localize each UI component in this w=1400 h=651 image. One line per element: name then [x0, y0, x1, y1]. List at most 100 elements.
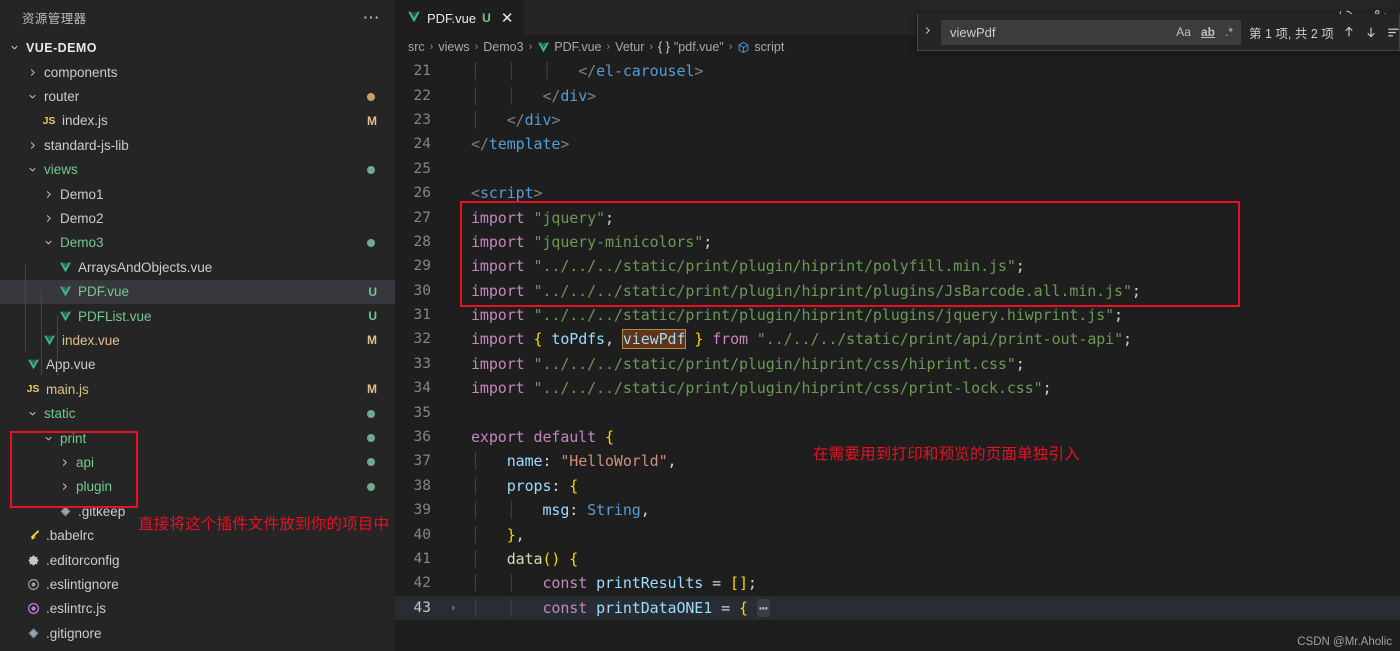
code-line[interactable]: 39 │ │ msg: String, [395, 498, 1400, 522]
code-line-text: import "../../../static/print/plugin/hip… [471, 379, 1052, 398]
chevron-right-icon [40, 213, 56, 224]
code-line[interactable]: 31 import "../../../static/print/plugin/h… [395, 303, 1400, 327]
code-line-text: <script> [471, 184, 543, 203]
breadcrumb-item-src[interactable]: src [408, 40, 425, 54]
code-line[interactable]: 28 import "jquery-minicolors"; [395, 230, 1400, 254]
chevron-down-icon [40, 433, 56, 444]
code-line[interactable]: 25 [395, 157, 1400, 181]
breadcrumb-item-pdfvue[interactable]: { } "pdf.vue" [658, 40, 724, 54]
sidebar-item-standard-js-lib[interactable]: standard-js-lib [0, 133, 395, 157]
code-line[interactable]: 23 │ </div> [395, 108, 1400, 132]
sidebar-item-editorconfig[interactable]: .editorconfig [0, 548, 395, 572]
code-line[interactable]: 22 │ │ </div> [395, 83, 1400, 107]
sidebar-item-demo1[interactable]: Demo1 [0, 182, 395, 206]
sidebar-item-main-js[interactable]: JS main.js M [0, 377, 395, 401]
code-line-text: │ props: { [471, 476, 579, 495]
sidebar-item-eslintignore[interactable]: .eslintignore [0, 572, 395, 596]
find-in-selection-icon[interactable] [1386, 25, 1400, 40]
sidebar-item-arraysandobjects-vue[interactable]: ArraysAndObjects.vue [0, 255, 395, 279]
code-line[interactable]: 43 › │ │ const printDataONE1 = { ⋯ [395, 595, 1400, 620]
git-status-badge: M [367, 113, 377, 128]
code-line[interactable]: 24 </template> [395, 132, 1400, 156]
sidebar-item-label: Demo2 [60, 211, 104, 227]
match-whole-word-icon[interactable]: ab [1198, 24, 1218, 40]
code-line-text: │ </div> [471, 110, 561, 129]
code-editor[interactable]: 21 │ │ │ </el-carousel> 22 │ │ </div> 23 │ </… [395, 59, 1400, 651]
code-line-text: │ name: "HelloWorld", [471, 452, 677, 471]
code-line[interactable]: 30 import "../../../static/print/plugin/h… [395, 279, 1400, 303]
sidebar-item-label: .gitkeep [78, 503, 126, 519]
eslint-ignore-icon [24, 578, 42, 591]
sidebar-item-demo3[interactable]: Demo3 [0, 231, 395, 255]
breadcrumb-item-demo3[interactable]: Demo3 [483, 40, 523, 54]
code-line[interactable]: 34 import "../../../static/print/plugin/h… [395, 376, 1400, 400]
fold-collapsed-icon[interactable]: › [445, 601, 461, 614]
line-number: 32 [413, 331, 431, 348]
code-line[interactable]: 41 │ data() { [395, 547, 1400, 571]
vue-file-icon [40, 334, 58, 347]
breadcrumb-item-vetur[interactable]: Vetur [615, 40, 644, 54]
git-status-dot [367, 482, 375, 491]
annotation-text-sidebar: 直接将这个插件文件放到你的项目中 [138, 515, 390, 533]
more-horizontal-icon[interactable]: ⋯ [363, 9, 382, 26]
sidebar-item-plugin[interactable]: plugin [0, 475, 395, 499]
code-line[interactable]: 40 │ }, [395, 522, 1400, 546]
code-line[interactable]: 33 import "../../../static/print/plugin/h… [395, 352, 1400, 376]
vue-file-icon [56, 310, 74, 323]
sidebar-item-views[interactable]: views [0, 158, 395, 182]
breadcrumb-label: PDF.vue [554, 40, 602, 54]
sidebar-item-gitignore[interactable]: .gitignore [0, 621, 395, 645]
workspace-root-row[interactable]: VUE-DEMO [0, 35, 395, 60]
breadcrumb-item-views[interactable]: views [438, 40, 469, 54]
sidebar-item-eslintrc-js[interactable]: .eslintrc.js [0, 597, 395, 621]
sidebar-item-label: index.js [62, 113, 108, 129]
sidebar-item-index-js[interactable]: JS index.js M [0, 109, 395, 133]
line-number: 40 [413, 526, 431, 543]
breadcrumb-item-script[interactable]: script [737, 40, 784, 54]
sidebar-item-app-vue[interactable]: App.vue [0, 353, 395, 377]
tab-pdf-vue[interactable]: PDF.vue U ✕ [395, 0, 525, 35]
code-line-text: import "../../../static/print/plugin/hip… [471, 257, 1025, 276]
close-icon[interactable]: ✕ [501, 11, 514, 26]
line-number: 26 [413, 185, 431, 202]
code-line-text: export default { [471, 428, 614, 447]
vue-file-icon [407, 10, 421, 27]
previous-match-icon[interactable] [1342, 25, 1356, 39]
tab-title: PDF.vue [427, 10, 477, 26]
sidebar-item-label: .editorconfig [46, 552, 120, 568]
breadcrumb-item-pdfvue[interactable]: PDF.vue [537, 40, 602, 54]
sidebar-item-demo2[interactable]: Demo2 [0, 206, 395, 230]
line-number: 33 [413, 355, 431, 372]
code-line[interactable]: 32 import { toPdfs, viewPdf } from "../..… [395, 327, 1400, 351]
code-line[interactable]: 38 │ props: { [395, 474, 1400, 498]
code-line[interactable]: 29 import "../../../static/print/plugin/h… [395, 254, 1400, 278]
file-tree[interactable]: components router JS index.js Mstandard-js-l… [0, 60, 395, 651]
sidebar-item-print[interactable]: print [0, 426, 395, 450]
code-line[interactable]: 27 import "jquery"; [395, 205, 1400, 229]
sidebar-item-components[interactable]: components [0, 60, 395, 84]
sidebar-item-api[interactable]: api [0, 450, 395, 474]
code-line[interactable]: 26 <script> [395, 181, 1400, 205]
watermark: CSDN @Mr.Aholic [1297, 636, 1392, 648]
vscode-window: 资源管理器 ⋯ VUE-DEMO components router JS index… [0, 0, 1400, 651]
match-case-icon[interactable]: Aa [1173, 24, 1194, 40]
code-line[interactable]: 21 │ │ │ </el-carousel> [395, 59, 1400, 83]
toggle-replace-chevron-right-icon[interactable] [922, 25, 933, 39]
next-match-icon[interactable] [1364, 25, 1378, 39]
gear-icon [24, 554, 42, 567]
sidebar-item-pdflist-vue[interactable]: PDFList.vue U [0, 304, 395, 328]
find-widget[interactable]: viewPdf Aa ab .* 第 1 项, 共 2 项 [917, 14, 1400, 51]
sidebar-item-label: .babelrc [46, 528, 95, 544]
sidebar-item-router[interactable]: router [0, 84, 395, 108]
breadcrumb-separator: › [606, 41, 611, 53]
sidebar-item-index-vue[interactable]: index.vue M [0, 328, 395, 352]
sidebar-item-pdf-vue[interactable]: PDF.vue U [0, 279, 395, 304]
line-number: 27 [413, 209, 431, 226]
chevron-right-icon [56, 481, 72, 492]
code-line[interactable]: 35 [395, 400, 1400, 424]
sidebar-item-static[interactable]: static [0, 401, 395, 425]
code-line[interactable]: 42 │ │ const printResults = []; [395, 571, 1400, 595]
use-regex-icon[interactable]: .* [1222, 24, 1236, 40]
find-input[interactable]: viewPdf Aa ab .* [941, 19, 1241, 45]
line-number: 25 [413, 160, 431, 177]
